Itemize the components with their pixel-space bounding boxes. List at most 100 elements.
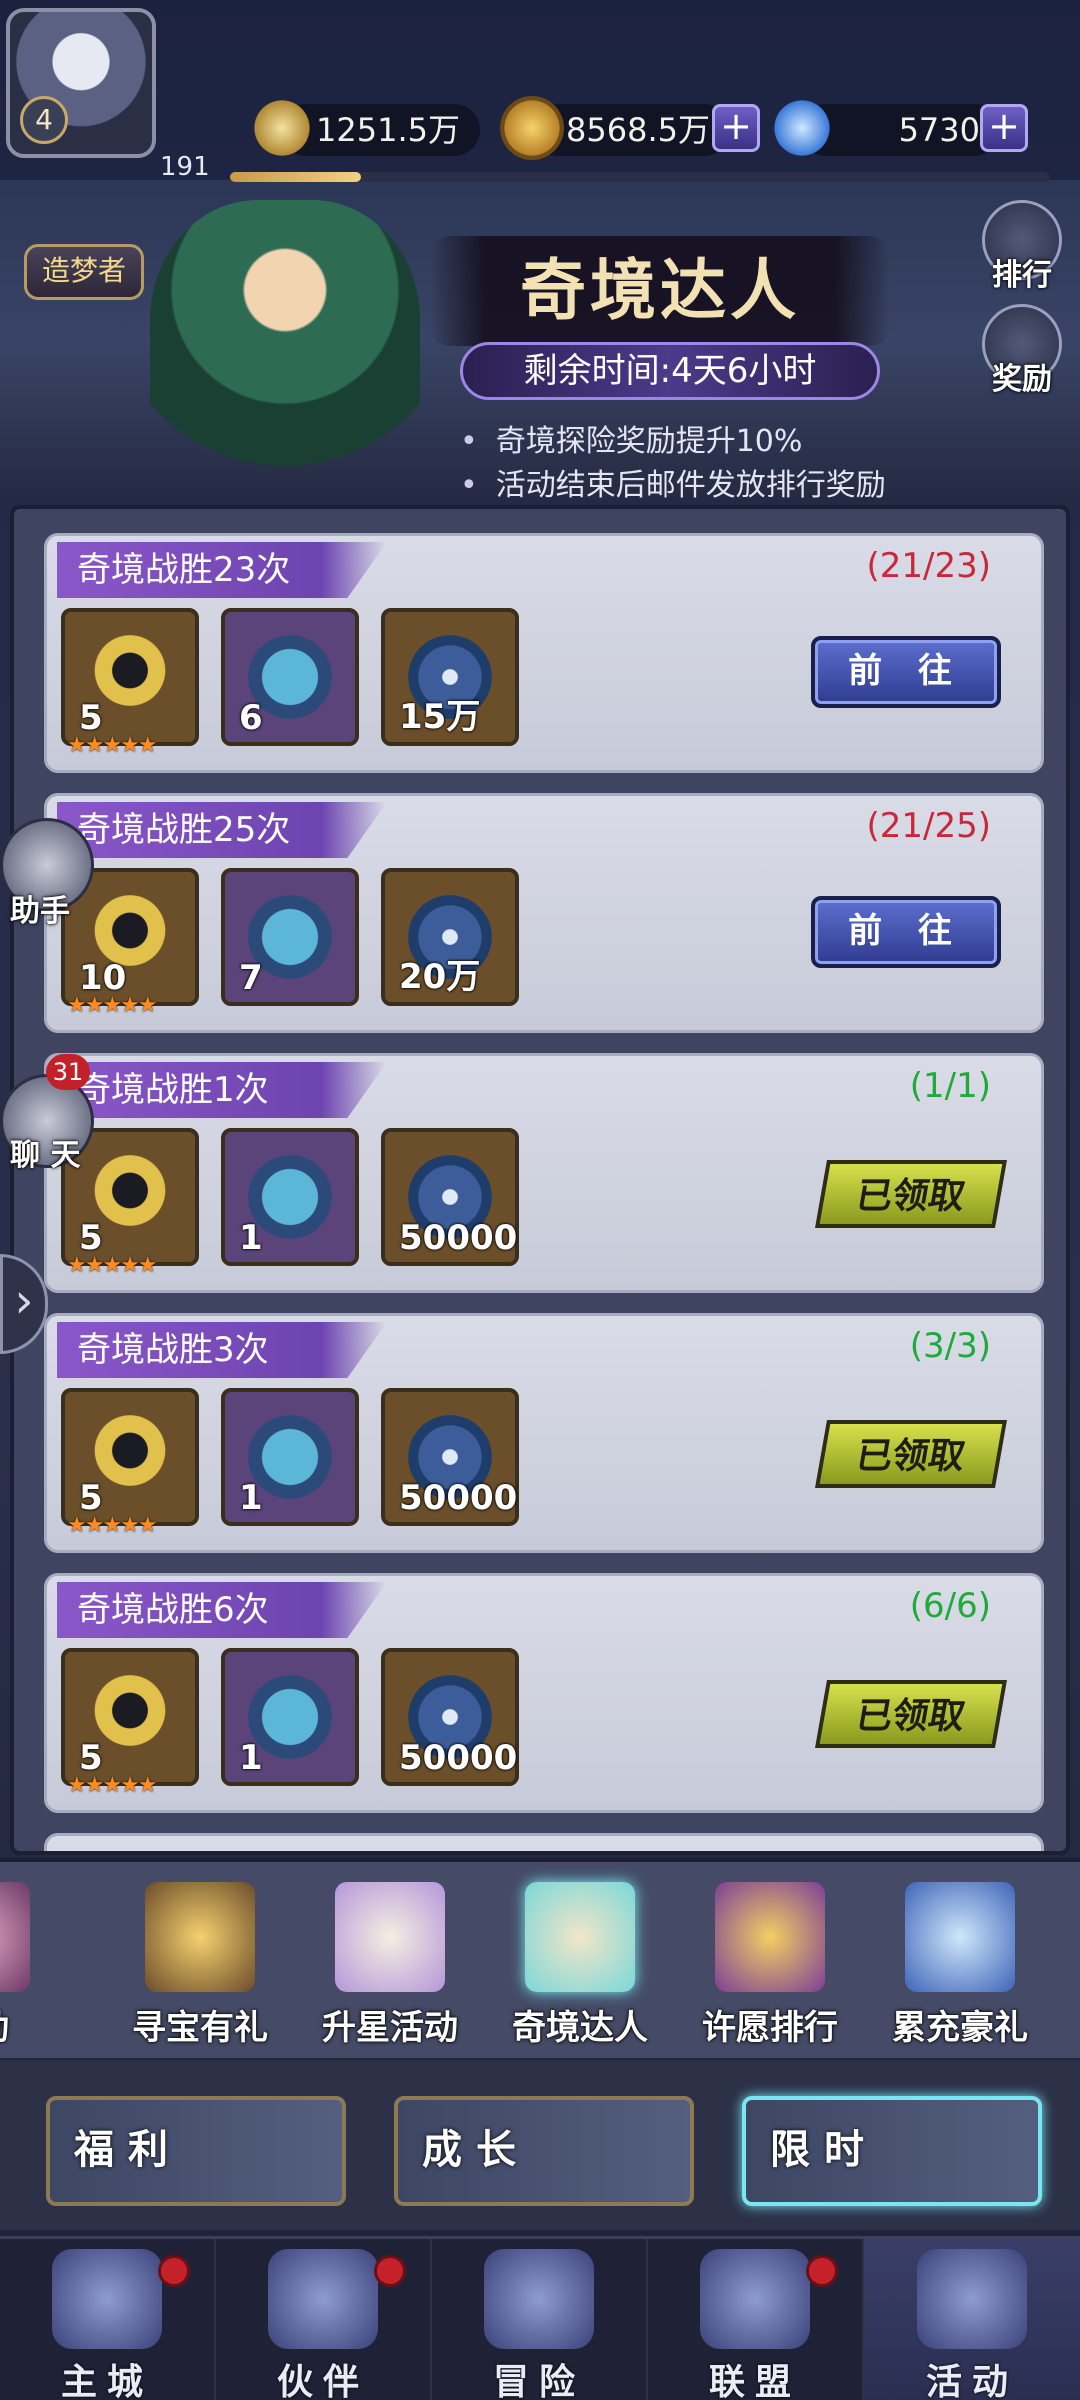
witch-character-illustration <box>150 200 420 500</box>
star-rating-icon: ★★★★★ <box>67 993 158 1018</box>
player-exp-value: 191 <box>160 152 210 182</box>
reward-count: 20万 <box>399 957 481 997</box>
nav-label: 活动 <box>925 2362 1018 2400</box>
task-item: 奇境战胜6次 (6/6) 5 ★★★★★ 1 50000 已领取 <box>44 1573 1044 1813</box>
nav-activities[interactable]: 活动 <box>864 2239 1080 2400</box>
task-item: 奇境战胜3次 (3/3) 5 ★★★★★ 1 50000 已领取 <box>44 1313 1044 1553</box>
event-time-left: 剩余时间:4天6小时 <box>460 342 880 400</box>
scroll-reward-icon[interactable]: 6 <box>221 608 359 746</box>
diamond-chest-icon <box>905 1882 1015 1992</box>
exp-reward-icon[interactable]: 15万 <box>381 608 519 746</box>
category-label: 成长 <box>422 2127 530 2173</box>
gold-value: 8568.5万 <box>566 111 710 149</box>
tab-label: 寻宝有礼 <box>132 2008 268 2048</box>
scroll-reward-icon[interactable]: 7 <box>221 868 359 1006</box>
reward-count: 7 <box>239 958 263 998</box>
wish-bag-icon <box>715 1882 825 1992</box>
task-item: 奇境战胜25次 (21/25) 10 ★★★★★ 7 20万 前 往 <box>44 793 1044 1033</box>
add-gold-button[interactable]: + <box>712 104 760 152</box>
nav-alliance[interactable]: 联盟 <box>648 2239 864 2400</box>
bottom-nav[interactable]: 主城 伙伴 冒险 联盟 活动 <box>0 2236 1080 2400</box>
tab-label: 许愿排行 <box>702 2008 838 2048</box>
sword-icon <box>250 96 314 160</box>
tab-label: 奇境达人 <box>512 2008 648 2048</box>
gift-box-icon <box>335 1882 445 1992</box>
scroll-reward-icon[interactable]: 1 <box>221 1648 359 1786</box>
category-bar[interactable]: 福利 成长 限时 <box>0 2060 1080 2230</box>
task-title: 奇境战胜3次 <box>57 1322 387 1378</box>
gold-resource: 8568.5万 <box>500 96 730 160</box>
add-diamond-button[interactable]: + <box>980 104 1028 152</box>
category-welfare[interactable]: 福利 <box>46 2096 346 2206</box>
scroll-reward-icon[interactable]: 1 <box>221 1128 359 1266</box>
exp-reward-icon[interactable]: 50000 <box>381 1388 519 1526</box>
task-title: 奇境战胜1次 <box>57 1062 387 1118</box>
tab-label: 升星活动 <box>322 2008 458 2048</box>
reward-count: 5 <box>79 1478 103 1518</box>
tab-activity[interactable]: 活动 <box>0 1882 70 2052</box>
nav-partners[interactable]: 伙伴 <box>216 2239 432 2400</box>
category-growth[interactable]: 成长 <box>394 2096 694 2206</box>
tab-recharge-gifts[interactable]: 累充豪礼 <box>865 1882 1055 2052</box>
activity-tabs[interactable]: 活动 寻宝有礼 升星活动 奇境达人 许愿排行 累充豪礼 <box>0 1858 1080 2058</box>
assistant-label[interactable]: 助手 <box>10 886 70 930</box>
star-rating-icon: ★★★★★ <box>67 733 158 758</box>
star-rating-icon: ★★★★★ <box>67 1773 158 1798</box>
diamond-icon <box>770 96 834 160</box>
hooded-hero-reward-icon[interactable]: 5 ★★★★★ <box>61 1388 199 1538</box>
witch-hat-icon <box>268 2249 378 2349</box>
gold-coin-icon <box>500 96 564 160</box>
treasure-chest-icon <box>145 1882 255 1992</box>
event-note-1: 奇境探险奖励提升10% <box>460 416 803 460</box>
reward-count: 50000 <box>399 1218 518 1258</box>
chat-label[interactable]: 聊 天 <box>10 1130 80 1174</box>
nav-label: 伙伴 <box>276 2362 369 2400</box>
task-progress: (6/6) <box>909 1586 991 1626</box>
reward-count: 50000 <box>399 1478 518 1518</box>
exp-reward-icon[interactable]: 20万 <box>381 868 519 1006</box>
task-title: 奇境战胜23次 <box>57 542 387 598</box>
event-note-2: 活动结束后邮件发放排行奖励 <box>460 460 886 504</box>
star-rating-icon: ★★★★★ <box>67 1253 158 1278</box>
go-button[interactable]: 前 往 <box>811 636 1001 708</box>
scroll-reward-icon[interactable]: 1 <box>221 1388 359 1526</box>
reward-count: 5 <box>79 698 103 738</box>
chat-unread-badge: 31 <box>46 1054 90 1090</box>
task-list[interactable]: 奇境战胜23次 (21/23) 5 ★★★★★ 6 15万 前 往 奇境战胜25次… <box>10 505 1070 1855</box>
reward-count: 6 <box>239 698 263 738</box>
nav-label: 主城 <box>60 2362 153 2400</box>
power-resource: 1251.5万 <box>250 96 480 160</box>
task-item: 奇境战胜1次 (1/1) 5 ★★★★★ 1 50000 已领取 <box>44 1053 1044 1293</box>
hooded-hero-reward-icon[interactable]: 5 ★★★★★ <box>61 608 199 758</box>
task-title: 奇境战胜25次 <box>57 802 387 858</box>
reward-count: 5 <box>79 1218 103 1258</box>
nav-label: 联盟 <box>708 2362 801 2400</box>
tab-wish-ranking[interactable]: 许愿排行 <box>675 1882 865 2052</box>
category-label: 福利 <box>74 2127 182 2173</box>
reward-label[interactable]: 奖励 <box>972 354 1072 398</box>
hooded-hero-reward-icon[interactable]: 5 ★★★★★ <box>61 1648 199 1798</box>
compass-star-icon <box>484 2249 594 2349</box>
nav-adventure[interactable]: 冒险 <box>432 2239 648 2400</box>
event-banner: 奇境达人 剩余时间:4天6小时 奇境探险奖励提升10% 活动结束后邮件发放排行奖… <box>0 180 1080 503</box>
exp-reward-icon[interactable]: 50000 <box>381 1128 519 1266</box>
shield-icon <box>700 2249 810 2349</box>
task-progress: (21/23) <box>866 546 991 586</box>
reward-count: 10 <box>79 958 127 998</box>
notification-dot <box>374 2255 406 2287</box>
cards-icon <box>917 2249 1027 2349</box>
ranking-label[interactable]: 排行 <box>972 250 1072 294</box>
tab-treasure[interactable]: 寻宝有礼 <box>105 1882 295 2052</box>
tab-wonderland-master[interactable]: 奇境达人 <box>485 1882 675 2052</box>
reward-count: 50000 <box>399 1738 518 1778</box>
go-button[interactable]: 前 往 <box>811 896 1001 968</box>
tab-star-upgrade[interactable]: 升星活动 <box>295 1882 485 2052</box>
power-value: 1251.5万 <box>316 111 460 149</box>
exp-reward-icon[interactable]: 50000 <box>381 1648 519 1786</box>
nav-label: 冒险 <box>492 2362 585 2400</box>
nav-main-city[interactable]: 主城 <box>0 2239 216 2400</box>
activity-screen: 4 造梦者 191 1251.5万 8568.5万 + 5730 + 奇境达人 … <box>0 0 1080 2400</box>
category-limited[interactable]: 限时 <box>742 2096 1042 2206</box>
task-progress: (3/3) <box>909 1326 991 1366</box>
reward-count: 1 <box>239 1738 263 1778</box>
